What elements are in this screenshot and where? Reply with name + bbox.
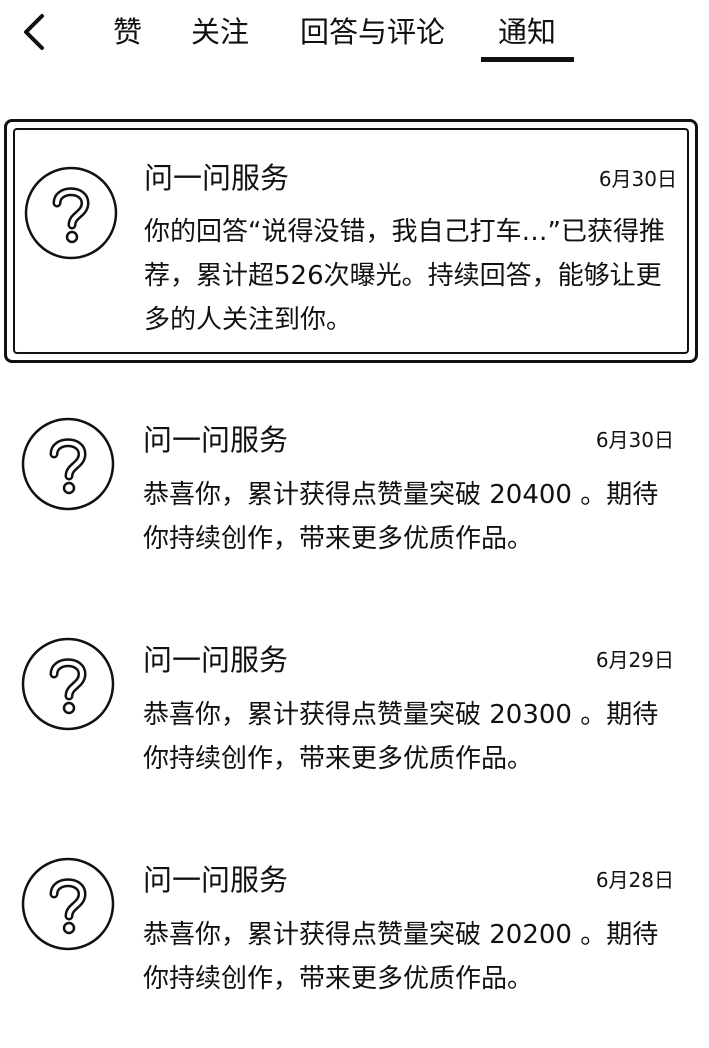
sender-name: 问一问服务 xyxy=(143,863,289,897)
notification-item[interactable]: 问一问服务 6月30日 你的回答“说得没错，我自己打车…”已获得推荐，累计超52… xyxy=(4,119,698,363)
question-mark-icon xyxy=(21,857,115,951)
sender-name: 问一问服务 xyxy=(143,643,289,677)
notification-item[interactable]: 问一问服务 6月29日 恭喜你，累计获得点赞量突破 20300 。期待你持续创作… xyxy=(0,625,709,785)
avatar xyxy=(21,637,115,731)
tab-likes[interactable]: 赞 xyxy=(113,14,142,50)
top-tab-bar: 赞 关注 回答与评论 通知 xyxy=(0,0,709,70)
notification-item[interactable]: 问一问服务 6月30日 恭喜你，累计获得点赞量突破 20400 。期待你持续创作… xyxy=(0,405,709,565)
tab-answers-comments[interactable]: 回答与评论 xyxy=(300,14,445,50)
notification-message: 你的回答“说得没错，我自己打车…”已获得推荐，累计超526次曝光。持续回答，能够… xyxy=(144,217,665,335)
notification-message: 恭喜你，累计获得点赞量突破 20400 。期待你持续创作，带来更多优质作品。 xyxy=(143,480,659,554)
question-mark-icon xyxy=(21,637,115,731)
question-mark-icon xyxy=(21,417,115,511)
notification-date: 6月28日 xyxy=(595,868,674,892)
notification-item[interactable]: 问一问服务 6月28日 恭喜你，累计获得点赞量突破 20200 。期待你持续创作… xyxy=(0,845,709,1005)
avatar xyxy=(21,417,115,511)
sender-name: 问一问服务 xyxy=(144,161,290,195)
back-button[interactable] xyxy=(14,8,54,54)
active-tab-indicator xyxy=(481,57,574,62)
avatar xyxy=(21,857,115,951)
notification-message: 恭喜你，累计获得点赞量突破 20200 。期待你持续创作，带来更多优质作品。 xyxy=(143,920,659,994)
notification-date: 6月29日 xyxy=(595,648,674,672)
notification-date: 6月30日 xyxy=(598,167,677,191)
tab-following[interactable]: 关注 xyxy=(191,14,249,50)
tab-notifications[interactable]: 通知 xyxy=(498,14,556,50)
sender-name: 问一问服务 xyxy=(143,423,289,457)
chevron-left-icon xyxy=(24,14,44,50)
avatar xyxy=(24,166,118,260)
notification-message: 恭喜你，累计获得点赞量突破 20300 。期待你持续创作，带来更多优质作品。 xyxy=(143,700,659,774)
notification-date: 6月30日 xyxy=(595,428,674,452)
question-mark-icon xyxy=(24,166,118,260)
